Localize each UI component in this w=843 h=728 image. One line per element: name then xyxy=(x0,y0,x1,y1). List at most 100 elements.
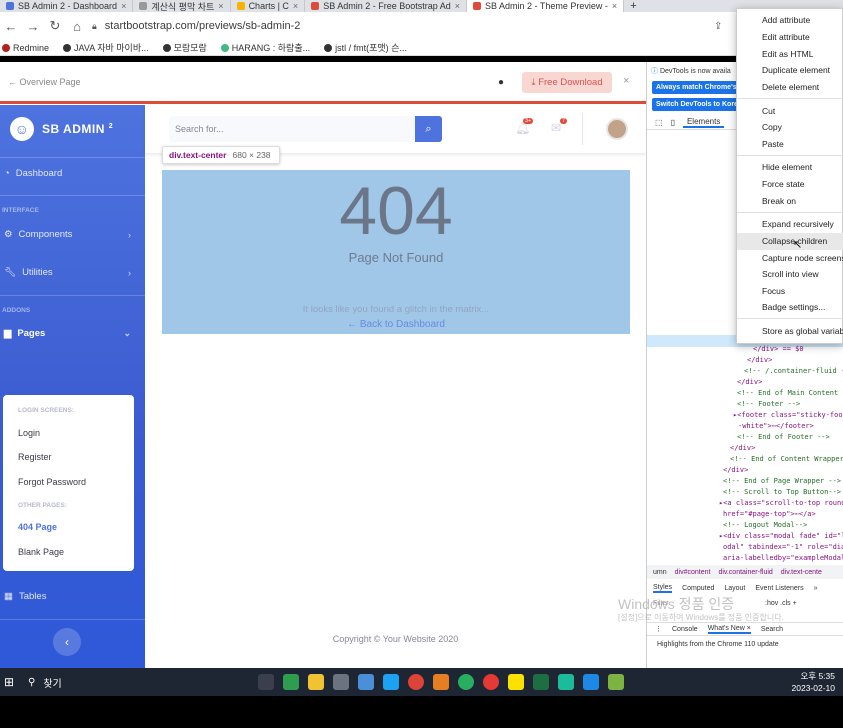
close-icon[interactable]: × xyxy=(455,1,460,11)
forward-arrow-icon[interactable]: → xyxy=(26,19,40,34)
menu-item-focus[interactable]: Focus xyxy=(762,286,785,296)
close-icon[interactable]: × xyxy=(218,1,223,11)
share-icon[interactable]: ⇪ xyxy=(714,21,722,32)
url-field[interactable]: startbootstrap.com/previews/sb-admin-2 xyxy=(105,20,301,32)
switch-language-button[interactable]: Switch DevTools to Kore xyxy=(652,98,740,111)
close-icon[interactable]: × xyxy=(121,1,126,11)
dom-line[interactable]: odal" tabindex="-1" role="dial xyxy=(723,543,843,551)
app-icon[interactable] xyxy=(333,674,349,690)
app-icon[interactable] xyxy=(383,674,399,690)
dom-line[interactable]: <!-- Footer --> xyxy=(737,400,800,408)
bookmark-item[interactable]: JAVA 자바 마이바... xyxy=(63,41,149,54)
menu-item-collapse-children[interactable]: Collapse children xyxy=(737,233,843,250)
menu-item-edit-as-html[interactable]: Edit as HTML xyxy=(762,49,814,59)
bookmark-item[interactable]: jstl / fmt(포맷) 슨... xyxy=(324,41,407,54)
collapse-item-forgot-password[interactable]: Forgot Password xyxy=(18,477,86,487)
tab-elements[interactable]: Elements xyxy=(682,117,725,128)
menu-item-delete-element[interactable]: Delete element xyxy=(762,82,819,92)
menu-item-expand-recursively[interactable]: Expand recursively xyxy=(762,219,834,229)
dom-line[interactable]: </div> xyxy=(737,378,762,386)
github-icon[interactable]: ● xyxy=(498,77,504,88)
dom-line[interactable]: </div> xyxy=(723,466,748,474)
dom-line[interactable]: </div> xyxy=(747,356,772,364)
menu-item-paste[interactable]: Paste xyxy=(762,139,784,149)
avatar[interactable] xyxy=(606,118,628,140)
overview-link[interactable]: ← Overview Page xyxy=(8,77,81,87)
sidebar-brand[interactable]: ☺ SB ADMIN 2 xyxy=(10,117,113,141)
collapse-item-404[interactable]: 404 Page xyxy=(18,522,57,532)
task-view-icon[interactable] xyxy=(258,674,274,690)
dom-line[interactable]: </div> xyxy=(730,444,755,452)
dom-line[interactable]: <!-- End of Main Content --> xyxy=(737,389,843,397)
home-icon[interactable]: ⌂ xyxy=(70,19,84,34)
browser-tab[interactable]: SB Admin 2 - Dashboard × xyxy=(0,0,134,12)
menu-item-force-state[interactable]: Force state xyxy=(762,179,805,189)
close-preview-button[interactable]: × xyxy=(623,75,629,87)
app-icon[interactable] xyxy=(583,674,599,690)
file-explorer-icon[interactable] xyxy=(308,674,324,690)
sidebar-item-charts[interactable]: ▥ Charts xyxy=(4,553,141,564)
dom-line[interactable]: ▸<a class="scroll-to-top rounde xyxy=(719,499,843,507)
dom-line[interactable]: <!-- End of Content Wrapper --> xyxy=(730,455,843,463)
sidebar-item-pages[interactable]: ▆ Pages ⌄ xyxy=(4,328,141,339)
sidebar-item-utilities[interactable]: 🔧︎ Utilities › xyxy=(4,267,141,278)
dom-line[interactable]: <!-- End of Page Wrapper --> xyxy=(723,477,841,485)
sidebar-item-tables[interactable]: ▦ Tables xyxy=(4,591,141,602)
app-icon[interactable] xyxy=(358,674,374,690)
browser-tab[interactable]: Charts | C × xyxy=(231,0,306,12)
menu-item-hide-element[interactable]: Hide element xyxy=(762,162,812,172)
dom-line[interactable]: <!-- Scroll to Top Button--> xyxy=(723,488,841,496)
menu-item-badge-settings[interactable]: Badge settings... xyxy=(762,302,825,312)
dom-line[interactable]: href="#page-top">⋯</a> xyxy=(723,510,816,518)
search-input[interactable]: Search for... xyxy=(169,116,417,142)
bookmark-item[interactable]: 모람모람 xyxy=(162,41,207,54)
collapse-item-login[interactable]: Login xyxy=(18,428,40,438)
bookmark-item[interactable]: Redmine xyxy=(2,43,49,53)
browser-tab[interactable]: SB Admin 2 - Free Bootstrap Ad × xyxy=(305,0,468,12)
sidebar-item-components[interactable]: ⚙ Components › xyxy=(4,229,141,240)
dom-line[interactable]: aria-labelledby="exampleModalL xyxy=(723,554,843,562)
sidebar-item-dashboard[interactable]: ◔ Dashboard xyxy=(4,168,141,179)
dom-line[interactable]: <!-- Logout Modal--> xyxy=(723,521,807,529)
menu-item-capture-node-screenshot[interactable]: Capture node screens xyxy=(762,253,843,263)
menu-item-break-on[interactable]: Break on xyxy=(762,196,796,206)
menu-item-scroll-into-view[interactable]: Scroll into view xyxy=(762,269,819,279)
app-icon[interactable] xyxy=(558,674,574,690)
app-icon[interactable] xyxy=(458,674,474,690)
device-icon[interactable]: ▯ xyxy=(671,118,675,127)
dom-line[interactable]: ▸<footer class="sticky-foot xyxy=(733,411,843,419)
envelope-icon[interactable]: ✉ xyxy=(551,121,561,135)
sidebar-toggle-button[interactable]: ‹ xyxy=(53,628,81,656)
menu-item-cut[interactable]: Cut xyxy=(762,106,775,116)
close-icon[interactable]: × xyxy=(612,1,617,11)
taskbar-search[interactable]: ⚲ 찾기 xyxy=(28,668,168,696)
menu-item-copy[interactable]: Copy xyxy=(762,122,782,132)
styles-filter-options[interactable]: :hov .cls + xyxy=(765,600,797,607)
match-language-button[interactable]: Always match Chrome's xyxy=(652,81,740,94)
windows-start-icon[interactable]: ⊞ xyxy=(4,675,18,689)
inspect-icon[interactable]: ⬚ xyxy=(655,118,663,127)
back-arrow-icon[interactable]: ← xyxy=(4,19,18,34)
menu-item-add-attribute[interactable]: Add attribute xyxy=(762,15,810,25)
free-download-button[interactable]: ⤓ Free Download xyxy=(522,72,612,93)
dom-line[interactable]: ▸<div class="modal fade" id="lo xyxy=(719,532,843,540)
menu-item-edit-attribute[interactable]: Edit attribute xyxy=(762,32,810,42)
app-icon[interactable] xyxy=(283,674,299,690)
dom-line[interactable]: <!-- /.container-fluid --> xyxy=(744,367,843,375)
dom-line[interactable]: </div> == $0 xyxy=(753,345,804,353)
app-icon[interactable] xyxy=(608,674,624,690)
bookmark-item[interactable]: HARANG : 하람출... xyxy=(220,41,310,54)
chrome-icon[interactable] xyxy=(408,674,424,690)
search-button[interactable]: ⌕ xyxy=(415,116,442,142)
excel-icon[interactable] xyxy=(533,674,549,690)
collapse-item-register[interactable]: Register xyxy=(18,452,52,462)
drawer-menu-icon[interactable]: ⋮ xyxy=(655,625,662,633)
kakaotalk-icon[interactable] xyxy=(508,674,524,690)
dom-line[interactable]: <!-- End of Footer --> xyxy=(737,433,830,441)
menu-item-duplicate-element[interactable]: Duplicate element xyxy=(762,65,830,75)
system-tray-clock[interactable]: 오후 5:35 2023-02-10 xyxy=(792,670,835,694)
back-to-dashboard-link[interactable]: ← Back to Dashboard xyxy=(162,319,630,330)
close-icon[interactable]: × xyxy=(293,1,298,11)
new-tab-button[interactable]: + xyxy=(624,0,642,12)
reload-icon[interactable]: ↻ xyxy=(48,18,62,34)
